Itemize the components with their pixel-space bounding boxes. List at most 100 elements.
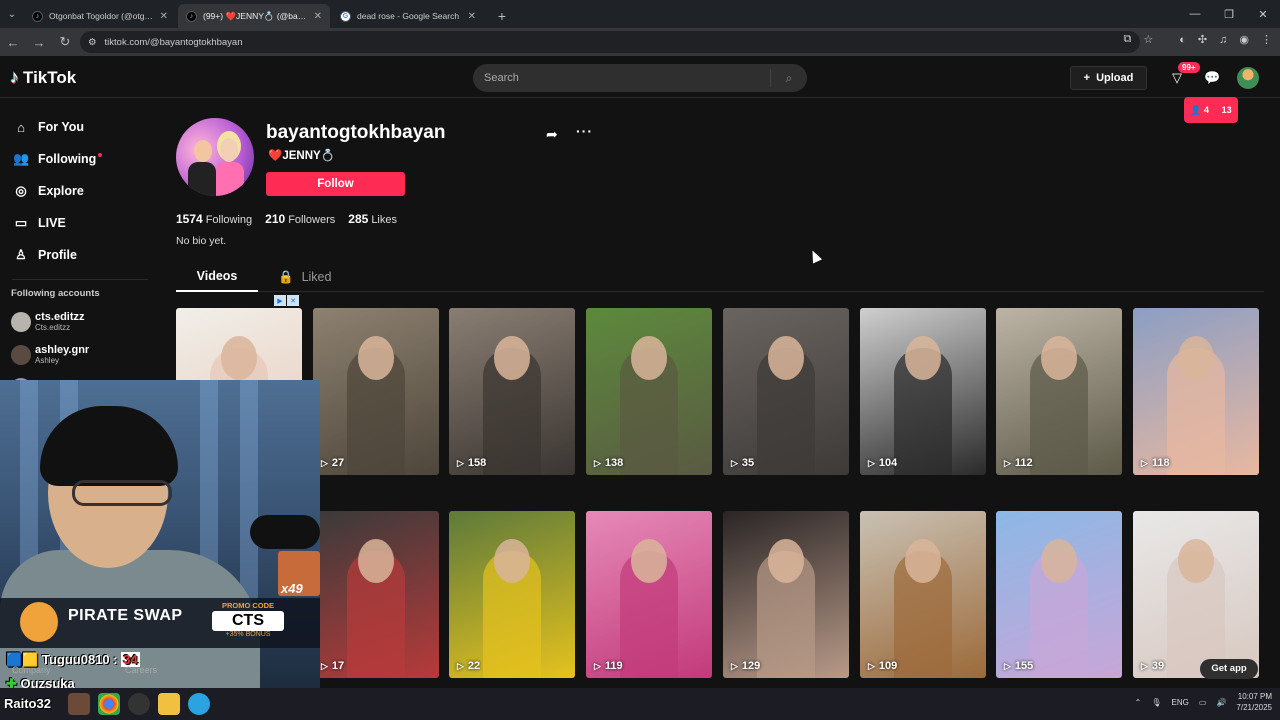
sidebar-item-following[interactable]: 👥 Following xyxy=(0,143,160,175)
close-tab-icon[interactable]: ✕ xyxy=(160,11,168,22)
video-thumbnail[interactable]: ▷ 35 xyxy=(723,308,849,475)
sidebar-item-explore[interactable]: ◎ Explore xyxy=(0,175,160,207)
thumbnail-face xyxy=(905,539,941,583)
get-app-button[interactable]: Get app xyxy=(1200,659,1258,679)
view-count: ▷ 119 xyxy=(594,660,623,672)
video-thumbnail[interactable]: ▷ 155 xyxy=(996,511,1122,678)
avatar-face xyxy=(220,138,238,162)
following-account[interactable]: ashley.gnr Ashley xyxy=(0,338,160,371)
tab-search-dropdown[interactable]: ⌄ xyxy=(0,0,24,28)
media-control-icon[interactable]: ♫ xyxy=(1219,34,1227,46)
address-bar[interactable]: ⚙ tiktok.com/@bayantogtokhbayan xyxy=(80,31,1140,53)
ad-choices[interactable]: ▶ ✕ xyxy=(274,295,299,306)
ad-close-icon[interactable]: ✕ xyxy=(287,295,299,306)
back-icon[interactable]: ← xyxy=(0,35,26,50)
close-tab-icon[interactable]: ✕ xyxy=(314,11,322,22)
bookmark-star-icon[interactable]: ☆ xyxy=(1143,33,1153,46)
other-notif-count: 13 xyxy=(1221,105,1232,115)
sidebar-item-profile[interactable]: ♙ Profile xyxy=(0,239,160,271)
network-icon[interactable]: ▭ xyxy=(1199,698,1207,707)
restore-icon[interactable]: ❐ xyxy=(1212,0,1246,28)
clock[interactable]: 10:07 PM 7/21/2025 xyxy=(1236,691,1272,713)
video-thumbnail[interactable]: ▷ 138 xyxy=(586,308,712,475)
followers-stat[interactable]: 210 Followers xyxy=(265,212,335,226)
view-count-value: 158 xyxy=(467,457,487,469)
thumbnail-face xyxy=(494,539,530,583)
forward-icon[interactable]: → xyxy=(26,35,52,50)
user-avatar[interactable] xyxy=(1237,67,1259,89)
video-thumbnail[interactable]: ▷ 22 xyxy=(449,511,575,678)
messages-icon[interactable]: 💬 xyxy=(1204,70,1220,86)
site-info-icon[interactable]: ⚙ xyxy=(88,37,97,48)
thumbnail-face xyxy=(358,539,394,583)
streamer-app-icon[interactable] xyxy=(68,693,90,715)
video-thumbnail[interactable]: ▷ 112 xyxy=(996,308,1122,475)
install-app-icon[interactable]: ⧉ xyxy=(1124,33,1132,46)
account-sub: Ashley xyxy=(35,356,60,365)
sidebar-item-live[interactable]: ▭ LIVE xyxy=(0,207,160,239)
video-thumbnail[interactable]: ▷ 17 xyxy=(313,511,439,678)
file-explorer-icon[interactable] xyxy=(158,693,180,715)
video-thumbnail[interactable]: ▷ 109 xyxy=(860,511,986,678)
chat-user: Raito32 xyxy=(4,696,51,711)
video-thumbnail[interactable]: ▷ 158 xyxy=(449,308,575,475)
likes-count: 285 xyxy=(348,212,369,226)
background-stripe xyxy=(240,380,258,600)
sidebar-item-label: LIVE xyxy=(38,216,66,230)
share-icon[interactable]: ➦ xyxy=(546,126,558,143)
tab-liked[interactable]: 🔒 Liked xyxy=(278,262,331,292)
search-icon[interactable]: ⌕ xyxy=(771,71,807,86)
follow-button[interactable]: Follow xyxy=(266,172,405,196)
play-icon: ▷ xyxy=(321,457,328,468)
view-count-value: 27 xyxy=(331,457,345,469)
upload-button[interactable]: + Upload xyxy=(1070,66,1147,90)
view-count: ▷ 39 xyxy=(1141,660,1164,672)
close-tab-icon[interactable]: ✕ xyxy=(468,11,476,22)
chrome-icon[interactable] xyxy=(98,693,120,715)
obs-icon[interactable] xyxy=(128,693,150,715)
extensions-puzzle-icon[interactable]: ✣ xyxy=(1198,33,1207,46)
browser-tab-3[interactable]: G dead rose - Google Search ✕ xyxy=(332,4,484,28)
search-input[interactable]: Search xyxy=(473,72,770,84)
browser-tab-2[interactable]: ♪ (99+) ❤️JENNY💍 (@bayantogtokhbayan) ✕ xyxy=(178,4,330,28)
video-thumbnail[interactable]: ▷ 129 xyxy=(723,511,849,678)
thumbnail-face xyxy=(905,336,941,380)
extension-icon[interactable]: ◐ xyxy=(1179,34,1186,46)
reload-icon[interactable]: ↻ xyxy=(52,34,78,50)
play-icon: ▷ xyxy=(1004,457,1011,468)
new-tab-button[interactable]: + xyxy=(492,6,512,26)
volume-icon[interactable]: 🔊 xyxy=(1216,698,1226,707)
mic-icon[interactable]: 🎙 xyxy=(1151,698,1161,707)
telegram-icon[interactable] xyxy=(188,693,210,715)
sponsor-banner: PIRATE SWAP PROMO CODE CTS +35% BONUS xyxy=(0,598,320,648)
following-stat[interactable]: 1574 Following xyxy=(176,212,252,226)
video-thumbnail[interactable]: ▷ 119 xyxy=(586,511,712,678)
view-count-value: 104 xyxy=(878,457,898,469)
video-thumbnail[interactable]: ▷ 104 xyxy=(860,308,986,475)
more-options-icon[interactable]: ··· xyxy=(576,123,593,139)
minimize-icon[interactable]: — xyxy=(1178,0,1212,28)
tab-videos[interactable]: Videos xyxy=(176,262,258,292)
close-window-icon[interactable]: ✕ xyxy=(1246,0,1280,28)
profile-avatar-icon[interactable]: ◉ xyxy=(1239,33,1249,46)
taskbar-apps xyxy=(68,693,210,715)
tiktok-logo[interactable]: ♪ TikTok xyxy=(10,67,76,88)
sidebar-item-for-you[interactable]: ⌂ For You xyxy=(0,111,160,143)
search-box[interactable]: Search ⌕ xyxy=(473,64,807,92)
tiktok-header: ♪ TikTok Search ⌕ + Upload ▽ 99+ 💬 xyxy=(0,56,1280,98)
video-thumbnail[interactable]: ▷ 27 xyxy=(313,308,439,475)
language-indicator[interactable]: ENG xyxy=(1172,698,1189,707)
followers-notif-value: 4 xyxy=(1204,104,1210,115)
video-thumbnail[interactable]: ▷ 118 xyxy=(1133,308,1259,475)
system-tray: ⌃ 🎙 ENG ▭ 🔊 10:07 PM 7/21/2025 xyxy=(1135,691,1272,713)
browser-tab-1[interactable]: ♪ Otgonbat Togoldor (@otgonbatirmuun1) ✕ xyxy=(24,4,176,28)
chrome-menu-icon[interactable]: ⋮ xyxy=(1261,33,1272,46)
footer-company[interactable]: Company xyxy=(12,665,51,675)
following-account[interactable]: cts.editzz Cts.editzz xyxy=(0,305,160,338)
tray-chevron-icon[interactable]: ⌃ xyxy=(1135,698,1142,707)
notification-popup[interactable]: 👤 4 13 xyxy=(1184,97,1238,123)
video-thumbnail[interactable]: ▷ 39 xyxy=(1133,511,1259,678)
footer-careers[interactable]: Careers xyxy=(125,665,157,675)
profile-avatar[interactable] xyxy=(176,118,254,196)
logo-text: TikTok xyxy=(23,67,77,87)
